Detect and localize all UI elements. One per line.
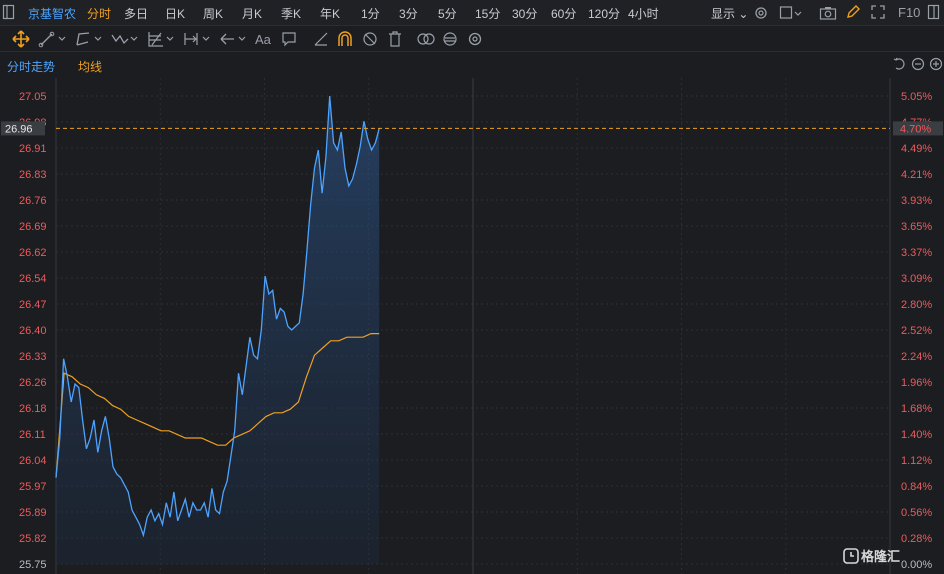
hide-icon[interactable]: [361, 30, 379, 48]
left-tick-label: 26.91: [19, 143, 47, 155]
right-tick-label: 0.84%: [901, 481, 932, 493]
right-percent-axis: 5.05%4.77%4.49%4.21%3.93%3.65%3.37%3.09%…: [901, 91, 932, 571]
comment-icon[interactable]: [280, 30, 298, 48]
left-tick-label: 27.05: [19, 91, 47, 103]
right-tick-label: 5.05%: [901, 91, 932, 103]
line-icon[interactable]: [38, 30, 70, 48]
watermark: 格隆汇: [843, 548, 900, 564]
camera-icon[interactable]: [819, 5, 837, 24]
left-tick-label: 26.33: [19, 351, 47, 363]
legend-average[interactable]: 均线: [78, 58, 102, 75]
right-tick-label: 3.93%: [901, 195, 932, 207]
chart-grid: [55, 78, 891, 574]
tab-1[interactable]: 分时: [87, 5, 111, 22]
left-tick-label: 26.76: [19, 195, 47, 207]
intraday-chart[interactable]: 27.0526.9826.9126.8326.7626.6926.6226.54…: [0, 78, 944, 574]
right-tick-label: 0.56%: [901, 507, 932, 519]
text-icon[interactable]: Aa: [255, 30, 271, 48]
display-label: 显示: [711, 7, 736, 21]
left-tick-label: 26.83: [19, 169, 47, 181]
stock-name[interactable]: 京基智农: [28, 5, 76, 22]
right-tick-label: 3.09%: [901, 273, 932, 285]
drawing-toolbar: Aa: [0, 26, 944, 52]
magnet-icon[interactable]: [336, 30, 354, 48]
tab-12[interactable]: 30分: [512, 5, 537, 22]
link-icon[interactable]: [416, 30, 436, 48]
right-tick-label: 1.96%: [901, 377, 932, 389]
tab-5[interactable]: 月K: [242, 5, 262, 22]
range-icon[interactable]: [182, 30, 214, 48]
tab-8[interactable]: 1分: [361, 5, 380, 22]
left-tick-label: 26.04: [19, 455, 47, 467]
left-tick-label: 25.89: [19, 507, 47, 519]
right-tick-label: 0.00%: [901, 559, 932, 571]
chevron-down-icon: ⌄: [735, 7, 749, 21]
left-tick-label: 25.97: [19, 481, 47, 493]
right-tick-label: 3.65%: [901, 221, 932, 233]
left-tick-label: 26.62: [19, 247, 47, 259]
right-tick-label: 1.12%: [901, 455, 932, 467]
current-price-text: 26.96: [5, 123, 33, 135]
tab-10[interactable]: 5分: [438, 5, 457, 22]
right-tick-label: 4.21%: [901, 169, 932, 181]
settings-gear-icon[interactable]: [753, 5, 769, 24]
wave-icon[interactable]: [110, 30, 142, 48]
right-tick-label: 1.68%: [901, 403, 932, 415]
right-tick-label: 2.80%: [901, 299, 932, 311]
pencil-icon[interactable]: [845, 4, 861, 23]
tab-11[interactable]: 15分: [475, 5, 500, 22]
tab-3[interactable]: 日K: [165, 5, 185, 22]
legend-price[interactable]: 分时走势: [7, 58, 55, 75]
zoom-out-icon[interactable]: [911, 57, 925, 74]
left-tick-label: 25.75: [19, 559, 47, 571]
tab-13[interactable]: 60分: [551, 5, 576, 22]
timeframe-tab-bar: 京基智农 分时 多日 日K 周K 月K 季K 年K 1分 3分 5分 15分 30分 60分 120分 4小…: [0, 0, 944, 26]
tab-6[interactable]: 季K: [281, 5, 301, 22]
arrow-icon[interactable]: [218, 30, 250, 48]
tab-7[interactable]: 年K: [320, 5, 340, 22]
reset-icon[interactable]: [893, 57, 907, 74]
right-tick-label: 0.28%: [901, 533, 932, 545]
watermark-text: 格隆汇: [861, 549, 900, 564]
right-tick-label: 1.40%: [901, 429, 932, 441]
fib-icon[interactable]: [146, 30, 178, 48]
right-tick-label: 4.49%: [901, 143, 932, 155]
left-price-axis: 27.0526.9826.9126.8326.7626.6926.6226.54…: [19, 91, 47, 571]
left-tick-label: 26.26: [19, 377, 47, 389]
tab-4[interactable]: 周K: [203, 5, 223, 22]
left-tick-label: 26.47: [19, 299, 47, 311]
panel-toggle-icon[interactable]: [2, 4, 16, 23]
left-tick-label: 26.18: [19, 403, 47, 415]
ruler-icon[interactable]: [312, 30, 330, 48]
left-tick-label: 26.54: [19, 273, 47, 285]
fullscreen-icon[interactable]: [870, 4, 886, 23]
right-tick-label: 2.24%: [901, 351, 932, 363]
move-icon[interactable]: [12, 30, 30, 48]
right-tick-label: 3.37%: [901, 247, 932, 259]
settings-icon[interactable]: [466, 30, 484, 48]
left-tick-label: 25.82: [19, 533, 47, 545]
left-tick-label: 26.11: [19, 429, 46, 441]
layout-box-dropdown[interactable]: [779, 5, 803, 24]
f10-button[interactable]: F10: [898, 5, 920, 20]
left-tick-label: 26.40: [19, 325, 47, 337]
tab-14[interactable]: 120分: [588, 5, 620, 22]
channel-icon[interactable]: [74, 30, 106, 48]
left-tick-label: 26.69: [19, 221, 47, 233]
tab-9[interactable]: 3分: [399, 5, 418, 22]
delete-icon[interactable]: [386, 30, 404, 48]
zoom-in-icon[interactable]: [929, 57, 943, 74]
more-panels-icon[interactable]: [926, 4, 942, 23]
sync-icon[interactable]: [441, 30, 459, 48]
tab-2[interactable]: 多日: [124, 5, 148, 22]
tab-15[interactable]: 4小时: [628, 5, 659, 22]
display-dropdown[interactable]: 显示 ⌄: [711, 5, 748, 22]
legend-bar: 分时走势 均线: [0, 52, 944, 78]
current-pct-text: 4.70%: [900, 123, 931, 135]
right-tick-label: 2.52%: [901, 325, 932, 337]
